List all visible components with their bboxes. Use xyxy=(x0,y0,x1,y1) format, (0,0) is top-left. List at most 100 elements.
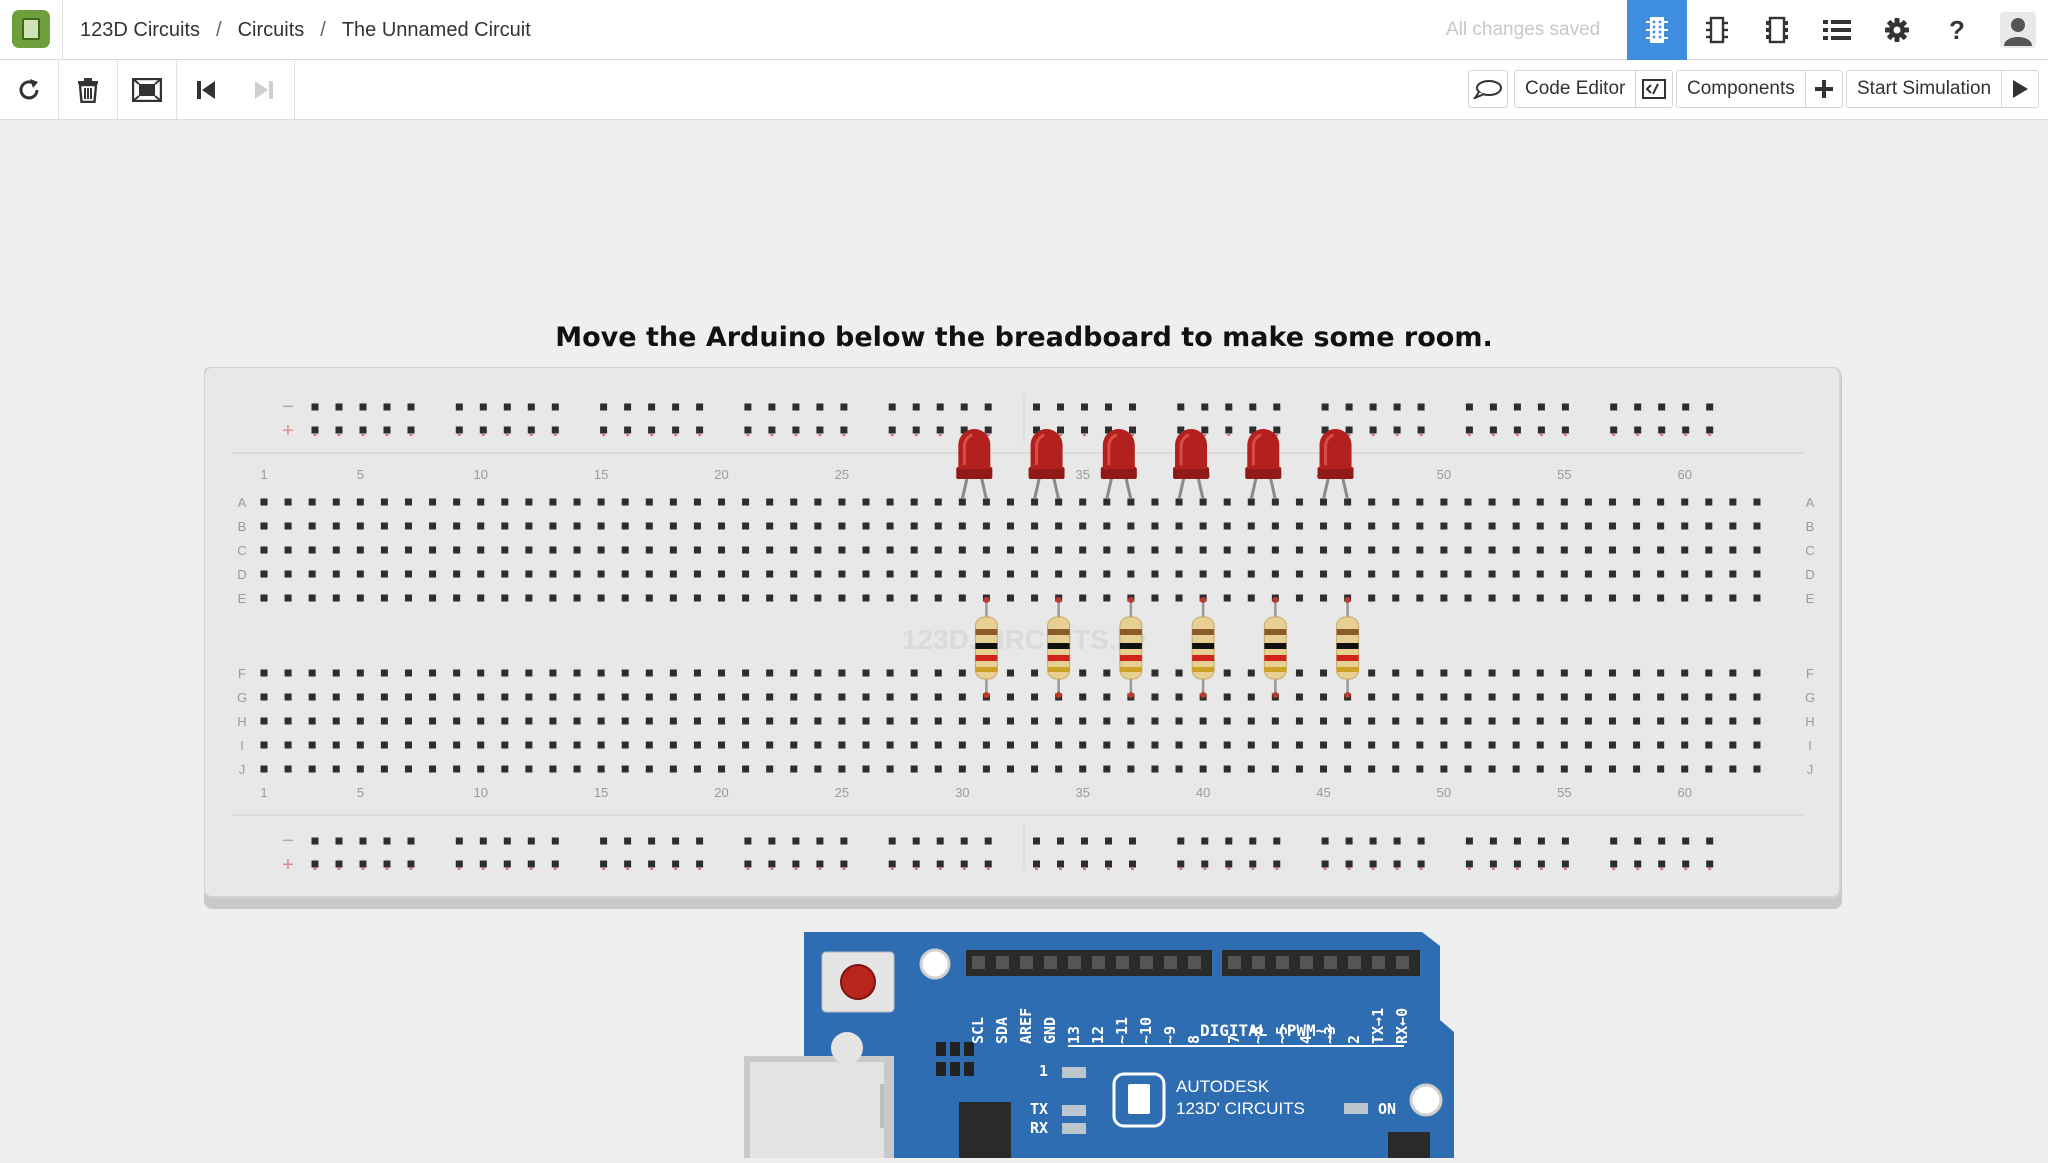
instruction-text: Move the Arduino below the breadboard to… xyxy=(555,322,1493,353)
rail-plus-mark xyxy=(1491,434,1495,436)
resistor-band xyxy=(1264,655,1287,661)
row-letter: G xyxy=(1805,690,1815,705)
rail-hole xyxy=(1081,860,1088,868)
rail-plus-mark xyxy=(505,868,509,870)
breadcrumb-circuits[interactable]: Circuits xyxy=(238,19,305,42)
terminal-hole xyxy=(693,717,701,725)
list-view-button[interactable] xyxy=(1807,0,1867,60)
row-letter: D xyxy=(1805,567,1814,582)
settings-button[interactable] xyxy=(1867,0,1927,60)
pin-label: ~11 xyxy=(1113,1017,1131,1044)
terminal-hole xyxy=(501,594,509,602)
start-simulation-button[interactable]: Start Simulation xyxy=(1846,70,2040,108)
terminal-hole xyxy=(525,741,533,749)
breadcrumb-home[interactable]: 123D Circuits xyxy=(80,19,200,42)
user-avatar-icon xyxy=(2000,12,2036,48)
terminal-hole xyxy=(597,765,605,773)
rail-hole xyxy=(600,426,608,434)
terminal-hole xyxy=(597,741,605,749)
resistor-band xyxy=(1119,643,1142,649)
terminal-hole xyxy=(814,765,822,773)
led-indicator xyxy=(1062,1105,1086,1116)
step-forward-button[interactable] xyxy=(235,60,293,119)
terminal-hole xyxy=(621,594,629,602)
rail-hole xyxy=(527,403,535,411)
rail-plus-mark xyxy=(842,868,846,870)
terminal-hole xyxy=(1295,693,1303,701)
fit-to-screen-button[interactable] xyxy=(118,60,176,119)
terminal-hole xyxy=(1416,522,1424,530)
comment-button[interactable] xyxy=(1468,70,1508,108)
terminal-hole xyxy=(1729,717,1737,725)
user-menu-button[interactable] xyxy=(1988,0,2048,60)
rail-plus-mark xyxy=(1660,868,1664,870)
terminal-hole xyxy=(1657,717,1665,725)
code-editor-button[interactable]: Code Editor xyxy=(1514,70,1674,108)
terminal-hole xyxy=(1055,765,1063,773)
terminal-hole xyxy=(1392,693,1400,701)
terminal-hole xyxy=(1681,741,1689,749)
breadboard-view-button[interactable] xyxy=(1627,0,1687,60)
terminal-hole xyxy=(380,669,388,677)
terminal-hole xyxy=(1368,669,1376,677)
rail-hole xyxy=(1177,860,1185,868)
breadcrumb-circuit-name[interactable]: The Unnamed Circuit xyxy=(342,19,531,42)
terminal-hole xyxy=(621,741,629,749)
resistor-band xyxy=(975,629,998,635)
terminal-hole xyxy=(838,546,846,554)
terminal-hole xyxy=(1633,717,1641,725)
schematic-view-button[interactable] xyxy=(1687,0,1747,60)
terminal-hole xyxy=(308,546,316,554)
trash-icon xyxy=(78,77,98,103)
terminal-hole xyxy=(1560,546,1568,554)
terminal-hole xyxy=(1247,693,1255,701)
components-button[interactable]: Components xyxy=(1676,70,1843,108)
help-button[interactable]: ? xyxy=(1927,0,1987,60)
breadboard[interactable]: −+−+115510101515202025253030353540404545… xyxy=(203,366,1844,916)
step-back-button[interactable] xyxy=(177,60,235,119)
step-forward-icon xyxy=(255,80,273,99)
terminal-hole xyxy=(1560,717,1568,725)
rail-hole xyxy=(672,426,680,434)
terminal-hole xyxy=(1584,693,1592,701)
resistor-band xyxy=(1264,643,1287,649)
arduino-board[interactable]: SCL SDA AREF GND 13 12 ~11 ~10 ~9 8 7 ~6 ~5 4 ~3 2 TX→1 R… xyxy=(744,932,1454,1163)
rail-hole xyxy=(912,403,920,411)
terminal-hole xyxy=(573,546,581,554)
rail-plus-mark xyxy=(1035,868,1038,870)
rotate-button[interactable] xyxy=(0,60,58,119)
rail-hole xyxy=(936,860,944,868)
terminal-hole xyxy=(260,765,268,773)
pcb-view-button[interactable] xyxy=(1747,0,1807,60)
rail-hole xyxy=(1369,860,1377,868)
terminal-hole xyxy=(1729,765,1737,773)
rail-hole xyxy=(1610,837,1618,845)
rail-hole xyxy=(744,426,752,434)
delete-button[interactable] xyxy=(59,60,117,119)
row-letter: J xyxy=(239,762,246,777)
terminal-hole xyxy=(790,669,798,677)
terminal-hole xyxy=(1295,570,1303,578)
rail-plus-mark xyxy=(1539,868,1543,870)
rail-plus-mark xyxy=(770,434,774,436)
terminal-hole xyxy=(1392,765,1400,773)
terminal-hole xyxy=(1006,741,1014,749)
terminal-hole xyxy=(790,522,798,530)
row-letter: B xyxy=(1806,519,1815,534)
terminal-hole xyxy=(453,741,461,749)
rail-hole xyxy=(551,837,559,845)
app-logo[interactable] xyxy=(12,10,50,48)
terminal-hole xyxy=(645,765,653,773)
terminal-hole xyxy=(573,669,581,677)
terminal-hole xyxy=(1705,570,1713,578)
rail-plus-label: + xyxy=(282,854,294,876)
terminal-hole xyxy=(1199,570,1207,578)
terminal-hole xyxy=(1223,741,1231,749)
rail-plus-label: + xyxy=(282,420,294,442)
rail-hole xyxy=(696,837,704,845)
resistor-band xyxy=(1192,643,1215,649)
terminal-hole xyxy=(1753,570,1761,578)
terminal-hole xyxy=(308,570,316,578)
terminal-hole xyxy=(1464,570,1472,578)
terminal-hole xyxy=(645,741,653,749)
